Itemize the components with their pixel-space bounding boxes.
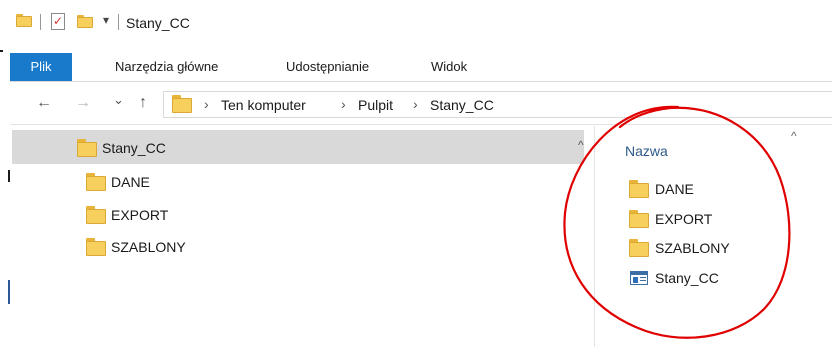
tab-narzedzia-glowne[interactable]: Narzędzia główne — [115, 53, 218, 81]
folder-icon — [86, 238, 106, 256]
tab-plik[interactable]: Plik — [10, 53, 72, 81]
new-folder-icon[interactable] — [77, 15, 93, 28]
recent-locations-icon[interactable]: ⌄ — [113, 92, 124, 108]
checkmark-icon: ✓ — [53, 14, 64, 28]
breadcrumb-pulpit[interactable]: Pulpit — [358, 97, 393, 113]
sort-ascending-icon: ^ — [791, 129, 797, 143]
tab-udostepnianie[interactable]: Udostępnianie — [286, 53, 369, 81]
folder-icon — [86, 206, 106, 224]
breadcrumb-ten-komputer[interactable]: Ten komputer — [221, 97, 306, 113]
breadcrumb-separator-icon[interactable]: › — [341, 96, 346, 112]
title-bar: ✓ ▾ Stany_CC — [0, 0, 832, 50]
qat-dropdown-icon[interactable]: ▾ — [103, 13, 109, 27]
folder-icon — [629, 239, 649, 257]
tree-item-dane[interactable]: DANE — [111, 174, 150, 190]
back-arrow-icon[interactable]: ← — [36, 94, 52, 112]
file-list-pane — [595, 126, 832, 347]
qat-separator — [40, 14, 41, 30]
tab-widok[interactable]: Widok — [431, 53, 467, 81]
window-title: Stany_CC — [126, 15, 190, 31]
forward-arrow-icon[interactable]: → — [75, 94, 91, 112]
tree-item-stany-cc[interactable] — [12, 130, 584, 164]
tree-item-label: Stany_CC — [102, 140, 166, 156]
column-header-nazwa[interactable]: Nazwa — [625, 143, 668, 159]
breadcrumb-stany-cc[interactable]: Stany_CC — [430, 97, 494, 113]
folder-icon — [77, 139, 97, 157]
file-item-export[interactable]: EXPORT — [655, 211, 712, 227]
file-item-dane[interactable]: DANE — [655, 181, 694, 197]
application-icon — [630, 271, 648, 285]
file-item-szablony[interactable]: SZABLONY — [655, 240, 730, 256]
folder-icon[interactable] — [16, 14, 32, 27]
tree-item-export[interactable]: EXPORT — [111, 207, 168, 223]
folder-icon — [86, 173, 106, 191]
file-item-stany-cc[interactable]: Stany_CC — [655, 270, 719, 286]
up-arrow-icon[interactable]: ↑ — [139, 94, 147, 112]
breadcrumb-separator-icon[interactable]: › — [204, 96, 209, 112]
address-folder-icon — [172, 95, 192, 113]
folder-icon — [629, 210, 649, 228]
tree-item-szablony[interactable]: SZABLONY — [111, 239, 186, 255]
scroll-up-icon[interactable]: ^ — [578, 138, 584, 152]
folder-icon — [629, 180, 649, 198]
qat-separator — [118, 14, 119, 30]
breadcrumb-separator-icon[interactable]: › — [413, 96, 418, 112]
